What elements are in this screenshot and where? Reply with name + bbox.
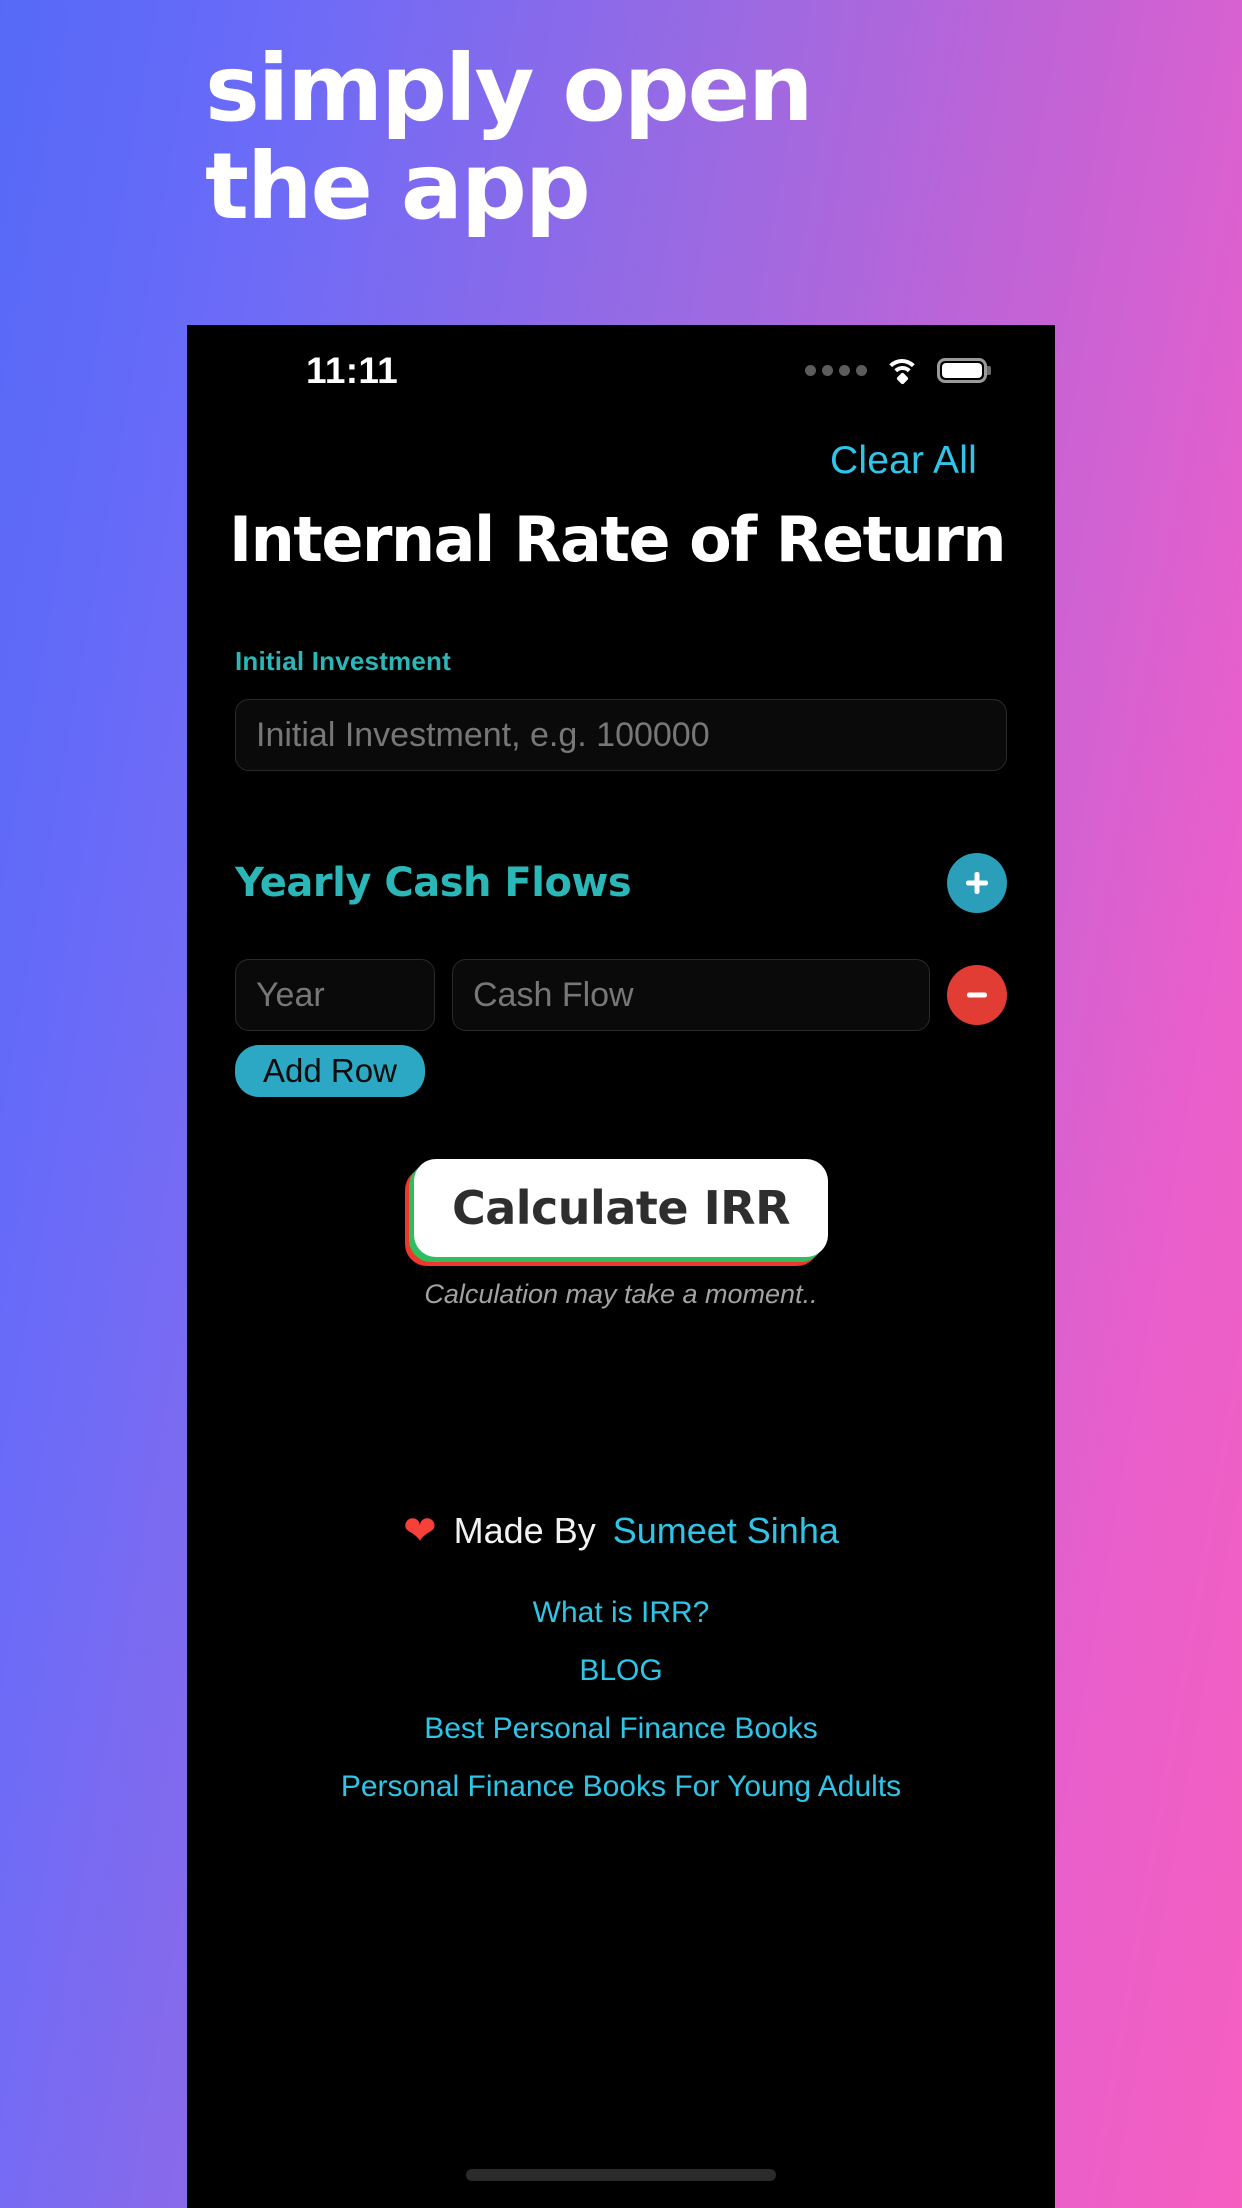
footer-link-blog[interactable]: BLOG (187, 1654, 1055, 1688)
signal-dots-icon (805, 364, 867, 376)
calculation-note: Calculation may take a moment.. (424, 1279, 818, 1309)
status-bar: 11:11 (187, 325, 1055, 417)
promo-headline: simply open the app (205, 40, 1105, 235)
add-row-container: Add Row (187, 1045, 1055, 1097)
footer-link-best-personal-finance-books[interactable]: Best Personal Finance Books (187, 1712, 1055, 1746)
phone-mockup: 11:11 Clear All Internal Rate of Return … (187, 325, 1055, 2208)
promo-headline-line-1: simply open (205, 35, 814, 142)
status-bar-time: 11:11 (306, 350, 399, 391)
promo-headline-line-2: the app (205, 132, 591, 240)
author-link[interactable]: Sumeet Sinha (613, 1510, 839, 1552)
cash-flow-amount-input[interactable] (452, 959, 930, 1031)
footer-links: What is IRR? BLOG Best Personal Finance … (187, 1596, 1055, 1804)
initial-investment-group: Initial Investment (187, 646, 1055, 771)
add-cash-flow-button[interactable] (947, 853, 1007, 913)
wifi-icon (884, 357, 920, 385)
cash-flow-row (187, 959, 1055, 1031)
cash-flows-title: Yearly Cash Flows (235, 860, 632, 906)
cash-flow-year-input[interactable] (235, 959, 435, 1031)
add-row-button[interactable]: Add Row (235, 1045, 425, 1097)
calculate-irr-button[interactable]: Calculate IRR (413, 1159, 829, 1257)
battery-icon (937, 357, 991, 383)
made-by-label: Made By (453, 1510, 596, 1551)
footer-link-personal-finance-books-young-adults[interactable]: Personal Finance Books For Young Adults (187, 1770, 1055, 1804)
home-indicator[interactable] (466, 2169, 776, 2181)
plus-icon (966, 872, 988, 894)
clear-all-button[interactable]: Clear All (187, 439, 1055, 483)
page-title: Internal Rate of Return (229, 503, 1007, 576)
initial-investment-input[interactable] (235, 699, 1007, 771)
app-content: Clear All Internal Rate of Return Initia… (187, 417, 1055, 1828)
remove-cash-flow-button[interactable] (947, 965, 1007, 1025)
minus-icon (967, 992, 987, 998)
app-footer: ❤ Made By Sumeet Sinha What is IRR? BLOG… (187, 1510, 1055, 1804)
initial-investment-label: Initial Investment (235, 646, 451, 676)
made-by-row: ❤ Made By Sumeet Sinha (187, 1510, 1055, 1552)
cash-flows-header: Yearly Cash Flows (187, 853, 1055, 913)
calculate-section: Calculate IRR Calculation may take a mom… (187, 1159, 1055, 1310)
status-bar-icons (805, 357, 991, 385)
heart-icon: ❤ (403, 1509, 437, 1553)
calculate-button-stack: Calculate IRR (404, 1159, 829, 1266)
footer-link-what-is-irr[interactable]: What is IRR? (187, 1596, 1055, 1630)
